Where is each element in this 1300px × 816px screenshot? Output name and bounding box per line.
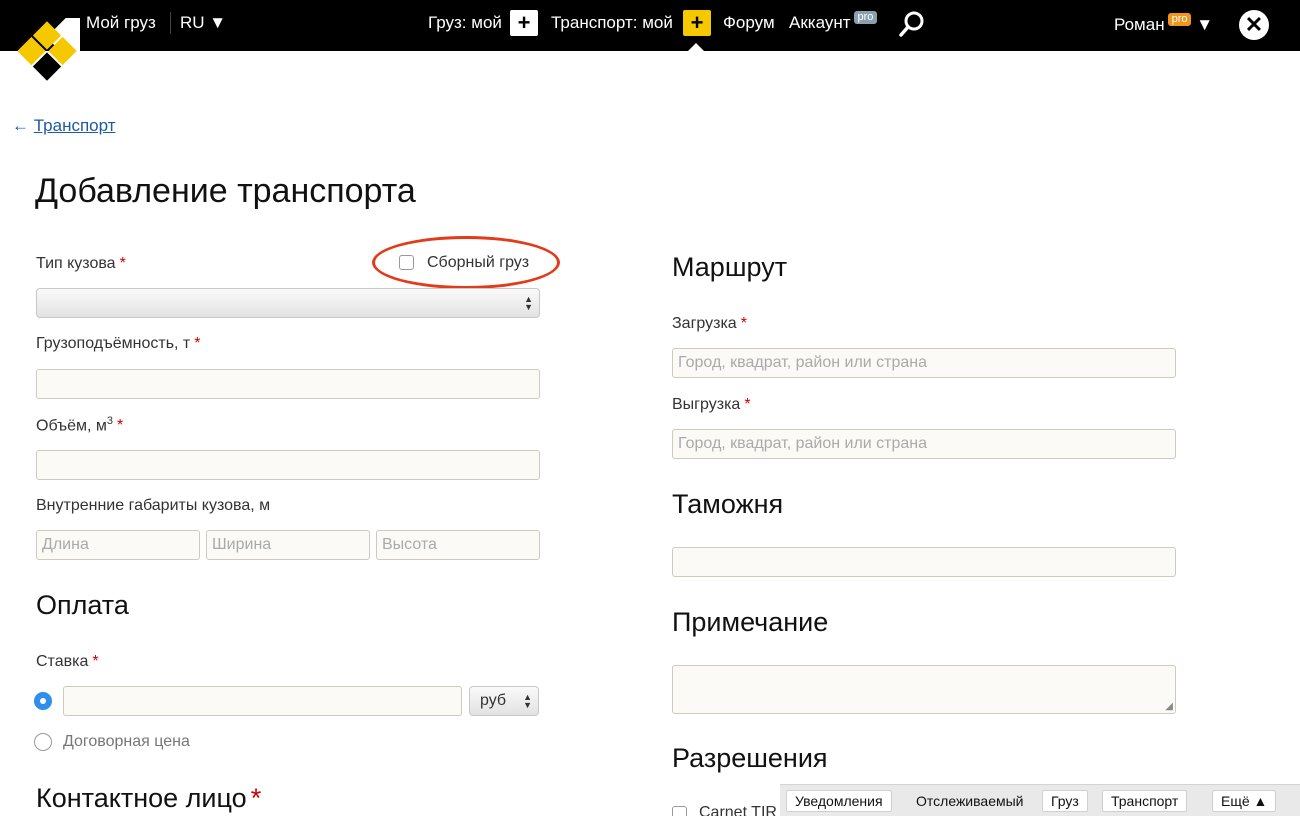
tracked-button[interactable]: Отслеживаемый <box>908 790 1032 812</box>
note-textarea[interactable]: ◢ <box>672 665 1176 714</box>
add-cargo-button[interactable]: + <box>510 10 538 36</box>
rate-radio[interactable] <box>34 692 52 710</box>
permits-heading: Разрешения <box>672 743 828 773</box>
payment-heading: Оплата <box>36 590 129 620</box>
negotiable-label: Договорная цена <box>63 733 190 750</box>
currency-value: руб <box>480 692 507 709</box>
rate-input[interactable] <box>63 686 462 716</box>
body-type-label: Тип кузова * <box>36 255 126 272</box>
customs-input[interactable] <box>672 547 1176 577</box>
resize-handle-icon[interactable]: ◢ <box>1165 701 1173 712</box>
cargo-mine-link[interactable]: Груз: мой <box>428 13 502 33</box>
note-heading: Примечание <box>672 607 829 637</box>
account-label: Аккаунт <box>789 13 851 32</box>
negotiable-radio[interactable] <box>34 733 52 751</box>
back-link[interactable]: ← Транспорт <box>12 116 116 136</box>
capacity-input[interactable] <box>36 369 540 399</box>
unloading-label: Выгрузка * <box>672 396 751 413</box>
transport-button[interactable]: Транспорт <box>1102 790 1188 812</box>
select-arrows-icon: ▲ ▼ <box>523 692 532 710</box>
back-link-label: Транспорт <box>33 116 116 135</box>
customs-heading: Таможня <box>672 489 784 519</box>
arrow-left-icon: ← <box>12 116 29 135</box>
transport-mine-link[interactable]: Транспорт: мой <box>551 13 673 33</box>
forum-link[interactable]: Форум <box>723 13 775 33</box>
capacity-label: Грузоподъёмность, т * <box>36 335 201 352</box>
chevron-down-icon: ▼ <box>1196 15 1214 34</box>
more-button[interactable]: Ещё ▲ <box>1212 790 1277 812</box>
width-input[interactable] <box>206 530 370 560</box>
bottom-quick-bar: Уведомления Отслеживаемый Груз Транспорт… <box>780 784 1300 816</box>
carnet-tir-label: Carnet TIR <box>699 804 777 816</box>
nav-divider <box>170 12 171 34</box>
currency-select[interactable]: руб ▲ ▼ <box>469 686 539 716</box>
rate-label: Ставка * <box>36 653 99 670</box>
dimensions-label: Внутренние габариты кузова, м <box>36 497 271 514</box>
carnet-tir-checkbox[interactable] <box>672 806 687 816</box>
language-selector[interactable]: RU ▼ <box>180 13 226 33</box>
loading-label: Загрузка * <box>672 315 747 332</box>
top-navigation-bar: Мой груз RU ▼ Груз: мой + Транспорт: мой… <box>0 0 1300 51</box>
my-cargo-link[interactable]: Мой груз <box>86 13 156 33</box>
pro-badge: pro <box>853 11 878 24</box>
account-link[interactable]: Аккаунт pro <box>789 11 878 33</box>
body-type-select[interactable]: ▲ ▼ <box>36 288 540 318</box>
notifications-button[interactable]: Уведомления <box>786 790 892 812</box>
user-pro-badge: pro <box>1167 13 1192 26</box>
search-icon[interactable] <box>898 10 926 38</box>
user-menu[interactable]: Роман pro ▼ <box>1114 13 1214 35</box>
volume-input[interactable] <box>36 450 540 480</box>
loading-input[interactable] <box>672 348 1176 378</box>
route-heading: Маршрут <box>672 252 788 282</box>
cargo-button[interactable]: Груз <box>1042 790 1088 812</box>
length-input[interactable] <box>36 530 200 560</box>
unloading-input[interactable] <box>672 429 1176 459</box>
active-indicator-caret <box>688 43 704 51</box>
contact-heading: Контактное лицо * <box>36 783 262 813</box>
add-transport-button[interactable]: + <box>683 10 711 36</box>
height-input[interactable] <box>376 530 540 560</box>
close-button[interactable]: ✕ <box>1239 10 1269 40</box>
page-title: Добавление транспорта <box>35 172 416 210</box>
consolidated-cargo-checkbox[interactable] <box>399 255 414 270</box>
user-name: Роман <box>1114 15 1165 34</box>
consolidated-cargo-label: Сборный груз <box>427 254 530 271</box>
volume-label: Объём, м3 * <box>36 415 124 435</box>
site-logo[interactable] <box>14 18 80 84</box>
select-arrows-icon: ▲ ▼ <box>524 294 533 312</box>
